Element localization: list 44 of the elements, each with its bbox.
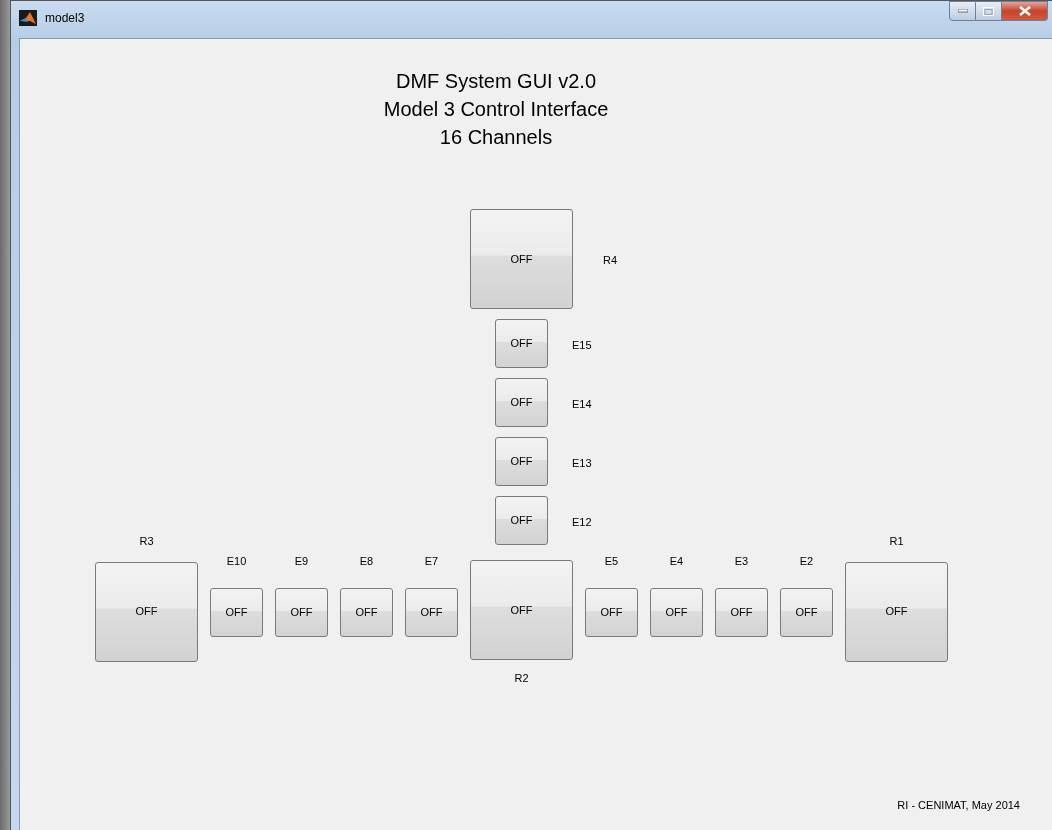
maximize-icon [983, 6, 994, 16]
toggle-button[interactable]: OFF [495, 378, 548, 427]
channel-label: E10 [226, 554, 247, 569]
channel-label: R3 [139, 534, 154, 549]
toggle-button[interactable]: OFF [470, 209, 573, 309]
app-icon [19, 10, 37, 26]
toggle-button[interactable]: OFF [780, 587, 833, 637]
channel-label: E15 [572, 337, 592, 353]
channel-label: E13 [572, 455, 592, 471]
minimize-button[interactable] [949, 1, 976, 21]
channel-label: E2 [799, 554, 814, 569]
toggle-button[interactable]: OFF [650, 587, 703, 637]
toggle-button[interactable]: OFF [585, 587, 638, 637]
maximize-button[interactable] [976, 1, 1002, 21]
channel-label: E8 [359, 554, 374, 569]
toggle-button[interactable]: OFF [470, 560, 573, 660]
close-button[interactable] [1002, 1, 1048, 21]
toggle-button[interactable]: OFF [715, 587, 768, 637]
close-icon [1018, 6, 1031, 16]
channel-label: E12 [572, 514, 592, 530]
channel-label: R1 [889, 534, 904, 549]
toggle-button[interactable]: OFF [495, 437, 548, 486]
toggle-button[interactable]: OFF [845, 561, 948, 662]
toggle-button[interactable]: OFF [340, 587, 393, 637]
heading-line: 16 Channels [439, 125, 553, 150]
channel-label: E3 [734, 554, 749, 569]
channel-label: E7 [424, 554, 439, 569]
channel-label: E14 [572, 396, 592, 412]
toggle-button[interactable]: OFF [495, 496, 548, 545]
toggle-button[interactable]: OFF [405, 587, 458, 637]
channel-label: R4 [603, 253, 618, 269]
toggle-button[interactable]: OFF [495, 319, 548, 368]
channel-label: E4 [669, 554, 684, 569]
minimize-icon [957, 9, 968, 13]
heading-line: Model 3 Control Interface [383, 97, 609, 122]
toggle-button[interactable]: OFF [275, 587, 328, 637]
credit-text: RI - CENIMAT, May 2014 [897, 799, 1020, 811]
channel-label: R2 [514, 671, 529, 686]
window-title: model3 [45, 10, 85, 27]
heading-line: DMF System GUI v2.0 [396, 69, 596, 94]
toggle-button[interactable]: OFF [210, 587, 263, 637]
channel-label: E5 [604, 554, 619, 569]
toggle-button[interactable]: OFF [95, 561, 198, 662]
channel-label: E9 [294, 554, 309, 569]
